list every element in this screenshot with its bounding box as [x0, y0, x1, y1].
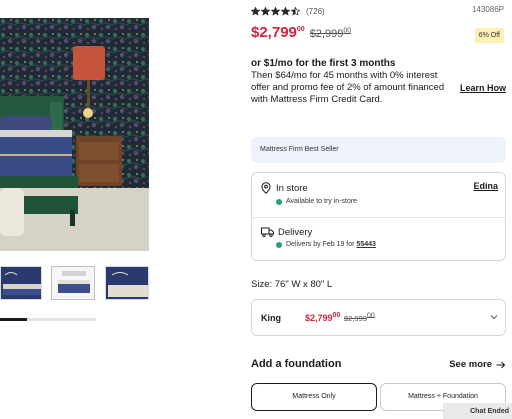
thumbnail-2[interactable]	[51, 266, 95, 300]
star-icon	[291, 6, 300, 16]
product-details: (726) 143086P $2,79900 $2,99900 6% Off o…	[251, 0, 506, 419]
selected-size-name: King	[261, 313, 281, 323]
mattress-only-option[interactable]: Mattress Only	[251, 383, 377, 411]
availability-box: In store Edina Available to try in-store…	[251, 172, 506, 261]
thumbnail-image	[52, 267, 94, 299]
sale-price-cents: 00	[296, 26, 305, 33]
review-count[interactable]: (726)	[306, 7, 325, 16]
zip-code-link[interactable]: 55443	[356, 241, 375, 248]
best-seller-banner: Mattress Firm Best Seller	[251, 137, 506, 163]
size-original-price-cents: 00	[366, 312, 375, 320]
rating-row: (726) 143086P	[251, 5, 506, 17]
size-selector[interactable]: King $2,79900 $2,99900	[251, 299, 506, 336]
thumbnail-3[interactable]	[105, 266, 149, 300]
arrow-right-icon	[496, 361, 506, 368]
in-store-label: In store	[276, 183, 308, 194]
store-availability-status: Available to try in-store	[286, 198, 358, 205]
in-stock-dot-icon	[276, 199, 282, 205]
truck-icon	[261, 227, 274, 237]
availability-divider	[252, 217, 505, 218]
sale-price: $2,79900	[251, 24, 305, 41]
store-location-link[interactable]: Edina	[473, 181, 498, 191]
product-sku: 143086P	[471, 5, 504, 14]
size-sale-price-cents: 00	[332, 312, 341, 319]
delivery-status: Delivers by Feb 19 for 55443	[286, 241, 376, 248]
star-icon	[271, 6, 280, 16]
thumbnail-1[interactable]	[0, 266, 42, 300]
discount-badge: 6% Off	[474, 28, 504, 43]
location-pin-icon	[261, 182, 271, 194]
thumbnail-image	[106, 267, 148, 299]
gallery-scrollbar-thumb[interactable]	[0, 318, 27, 321]
price-row: $2,79900 $2,99900	[251, 24, 351, 41]
gallery-scrollbar[interactable]	[0, 318, 96, 321]
original-price-main: $2,999	[309, 28, 344, 40]
star-icon	[281, 6, 290, 16]
in-stock-dot-icon	[276, 242, 282, 248]
bedroom-scene-image	[0, 18, 149, 251]
thumbnail-strip	[0, 266, 149, 302]
chevron-down-icon	[490, 315, 498, 320]
star-icon	[261, 6, 270, 16]
delivery-date-text: Delivers by Feb 19 for	[286, 241, 355, 248]
size-sale-price-main: $2,799	[305, 313, 333, 323]
size-label: Size: 76" W x 80" L	[251, 279, 333, 290]
original-price: $2,99900	[309, 27, 352, 40]
sale-price-main: $2,799	[251, 24, 297, 41]
star-rating[interactable]	[251, 6, 301, 16]
add-foundation-heading: Add a foundation	[251, 358, 342, 370]
learn-how-link[interactable]: Learn How	[460, 83, 506, 93]
chat-status-tab[interactable]: Chat Ended	[443, 403, 512, 419]
product-main-image[interactable]	[0, 18, 149, 251]
original-price-cents: 00	[343, 27, 352, 35]
finance-title: or $1/mo for the first 3 months	[251, 58, 396, 69]
see-more-link[interactable]: See more	[449, 359, 506, 370]
see-more-label: See more	[449, 359, 492, 370]
size-sale-price: $2,79900	[305, 312, 341, 323]
star-icon	[251, 6, 260, 16]
delivery-label: Delivery	[278, 227, 313, 238]
thumbnail-image	[1, 267, 41, 299]
finance-description: Then $64/mo for 45 months with 0% intere…	[251, 70, 445, 105]
size-original-price: $2,99900	[344, 312, 375, 324]
size-original-price-main: $2,999	[344, 314, 367, 323]
